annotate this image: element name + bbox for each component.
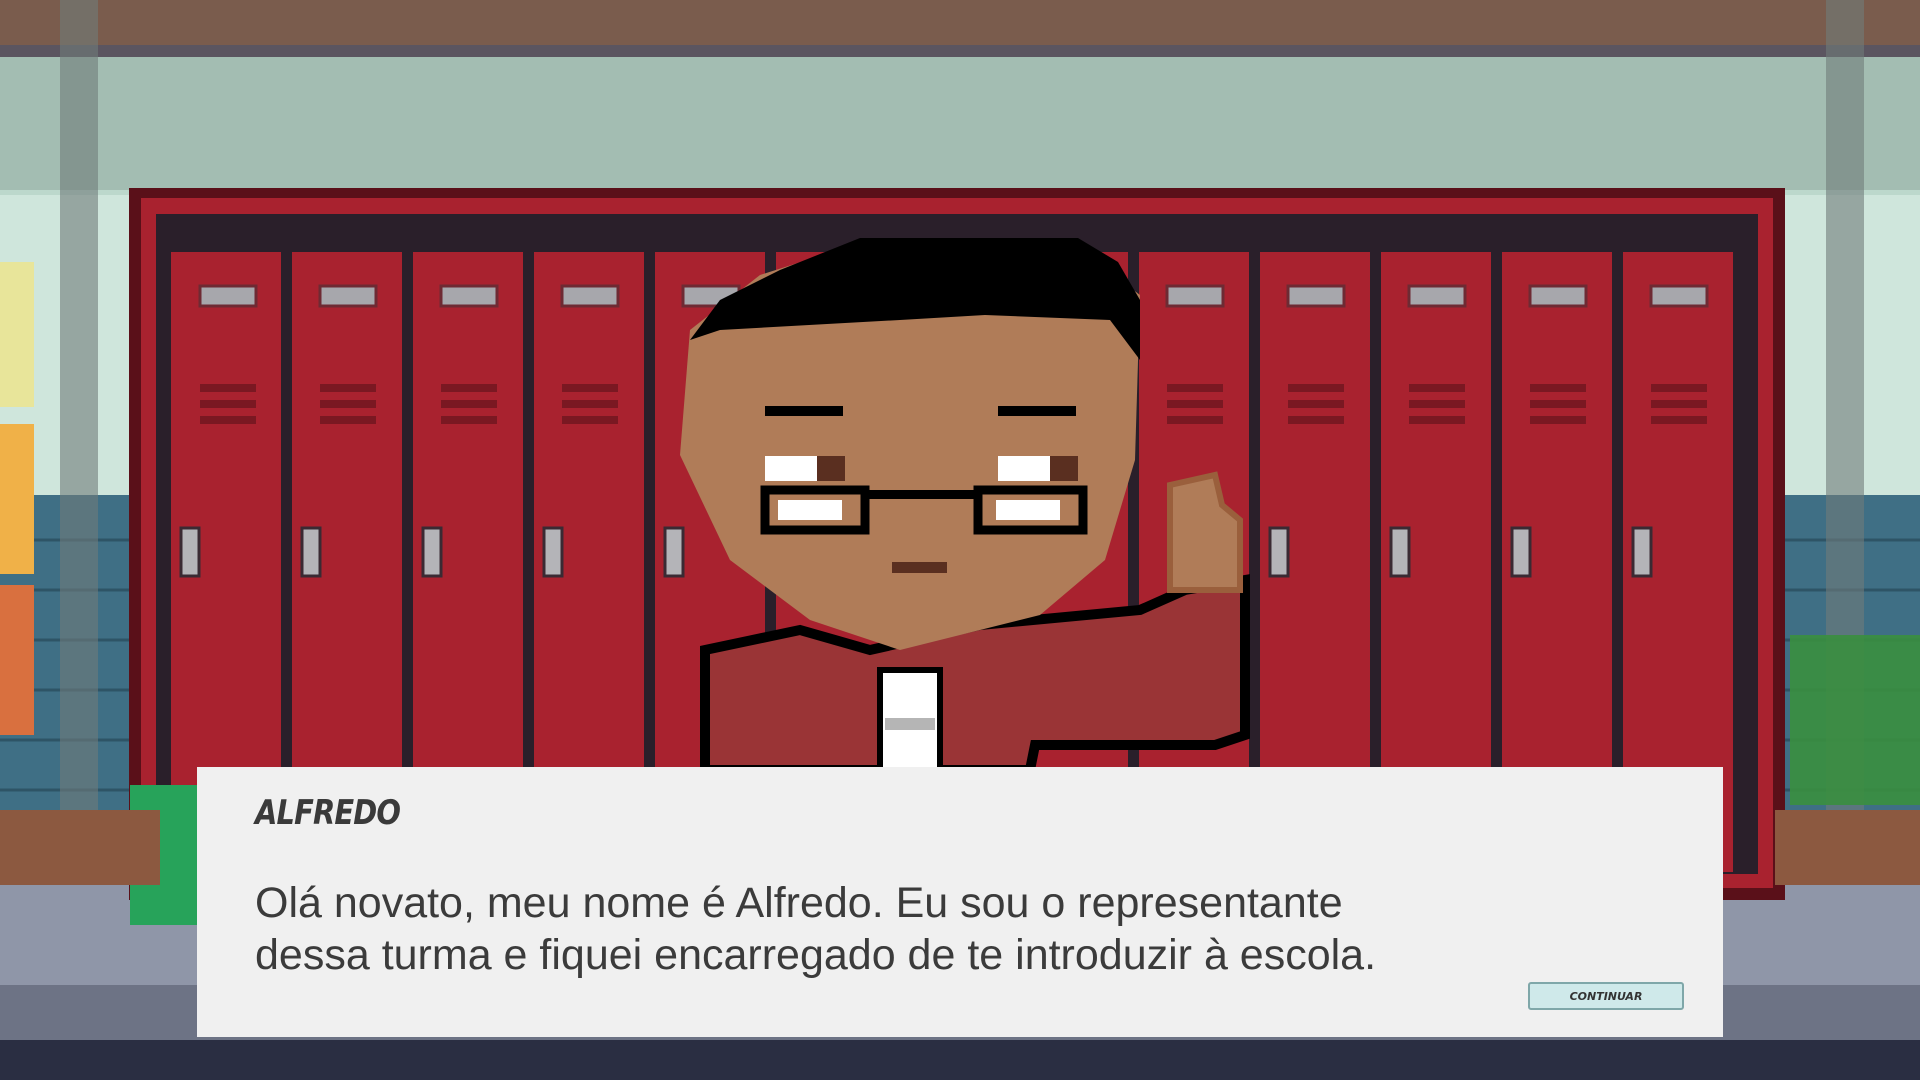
- upper-wall: [0, 57, 1920, 197]
- continue-button[interactable]: CONTINUAR: [1528, 982, 1684, 1010]
- speaker-name: ALFREDO: [255, 793, 401, 833]
- dialog-text-line-2: dessa turma e fiquei encarregado de te i…: [255, 931, 1377, 979]
- dialog-box: ALFREDO Olá novato, meu nome é Alfredo. …: [197, 767, 1723, 1037]
- dialog-text-line-1: Olá novato, meu nome é Alfredo. Eu sou o…: [255, 879, 1343, 927]
- poster-orange: [0, 424, 34, 574]
- bottom-bar: [0, 1040, 1920, 1080]
- poster-red: [0, 585, 34, 735]
- poster-yellow: [0, 262, 34, 407]
- plant: [1790, 635, 1920, 805]
